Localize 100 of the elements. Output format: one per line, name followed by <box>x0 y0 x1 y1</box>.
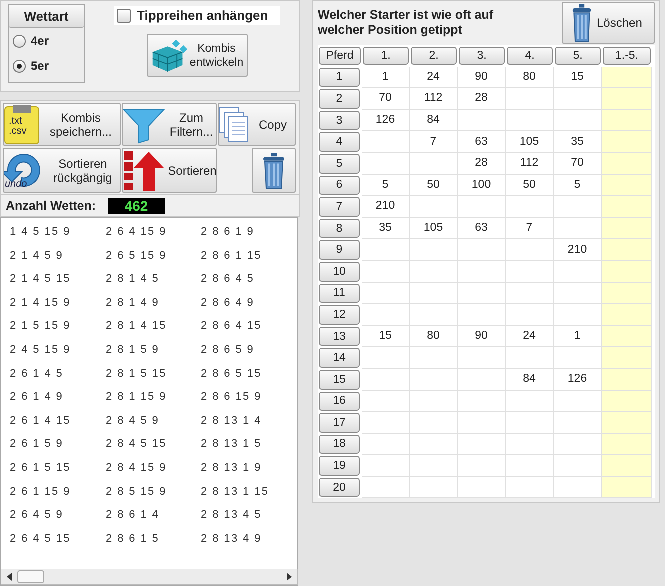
sort-button[interactable]: Sortieren <box>122 148 217 193</box>
table-cell: 80 <box>410 326 458 348</box>
empty-cell <box>362 455 410 477</box>
empty-cell <box>362 304 410 326</box>
table-cell: 80 <box>506 66 554 88</box>
combination-entry: 2 8 6 1 4 <box>106 509 161 524</box>
empty-cell <box>362 152 410 175</box>
develop-button[interactable]: Kombis entwickeln <box>146 34 248 77</box>
copy-button[interactable]: Copy <box>218 103 296 146</box>
table-cell: 100 <box>458 174 506 196</box>
column-header[interactable]: 1. <box>363 47 409 65</box>
combination-entry: 2 8 6 4 15 <box>201 320 263 334</box>
radio-button[interactable] <box>13 34 26 48</box>
total-cell <box>602 368 652 390</box>
table-cell: 126 <box>362 110 410 132</box>
horse-number-button[interactable]: 14 <box>319 348 360 368</box>
total-cell <box>602 476 652 498</box>
total-cell <box>602 282 652 304</box>
empty-cell <box>458 455 506 477</box>
empty-cell <box>362 347 410 369</box>
combination-entry: 2 8 13 4 9 <box>201 532 263 547</box>
horse-number-button[interactable]: 13 <box>319 326 360 346</box>
horse-number-button[interactable]: 4 <box>319 132 360 152</box>
horse-number-button[interactable]: 18 <box>319 434 360 454</box>
empty-cell <box>410 434 458 456</box>
horse-number-button[interactable]: 2 <box>319 89 360 109</box>
column-header[interactable]: 3. <box>459 47 505 65</box>
column-header[interactable]: 4. <box>507 47 553 65</box>
save-button[interactable]: .txt .csv Kombis speichern... <box>3 103 121 146</box>
horse-number-button[interactable]: 9 <box>319 240 360 260</box>
horse-number-button[interactable]: 1 <box>319 68 360 88</box>
count-display: 462 <box>108 198 166 214</box>
total-cell <box>602 412 652 434</box>
combination-entry: 2 8 1 5 9 <box>106 344 161 358</box>
total-cell <box>602 304 652 326</box>
delete-button[interactable] <box>252 148 296 193</box>
table-cell: 84 <box>410 110 458 132</box>
filter-button[interactable]: Zum Filtern... <box>122 103 217 146</box>
radio-label: 5er <box>31 59 50 73</box>
column-header[interactable]: 5. <box>555 47 601 65</box>
horse-number-button[interactable]: 5 <box>319 154 360 174</box>
combination-entry: 2 4 5 15 9 <box>10 344 72 358</box>
table-cell: 24 <box>506 326 554 348</box>
horse-number-button[interactable]: 19 <box>319 456 360 476</box>
horse-number-button[interactable]: 12 <box>319 305 360 325</box>
horse-number-button[interactable]: 16 <box>319 392 360 412</box>
combination-entry: 2 8 6 15 9 <box>201 391 263 406</box>
empty-cell <box>458 412 506 434</box>
table-cell: 28 <box>458 152 506 175</box>
combination-entry: 2 8 13 1 15 <box>201 486 270 500</box>
horse-number-button[interactable]: 10 <box>319 262 360 282</box>
horse-number-button[interactable]: 7 <box>319 197 360 217</box>
empty-cell <box>506 304 554 326</box>
empty-cell <box>410 390 458 412</box>
horse-number-button[interactable]: 15 <box>319 370 360 390</box>
combination-entry: 2 8 13 4 5 <box>201 509 263 524</box>
total-cell <box>602 174 652 196</box>
table-cell: 90 <box>458 326 506 348</box>
table-cell: 1 <box>362 66 410 88</box>
empty-cell <box>362 476 410 498</box>
empty-cell <box>410 368 458 390</box>
checkbox-label: Tippreihen anhängen <box>137 8 268 23</box>
combination-entry: 1 4 5 15 9 <box>10 226 72 240</box>
table-cell: 105 <box>506 131 554 153</box>
table-cell: 7 <box>410 131 458 153</box>
empty-cell <box>362 260 410 283</box>
combination-entry: 2 6 5 15 9 <box>106 250 168 264</box>
table-cell: 112 <box>410 88 458 110</box>
empty-cell <box>458 260 506 283</box>
combination-entry: 2 8 1 4 15 <box>106 320 168 334</box>
total-cell <box>602 260 652 283</box>
clear-button[interactable]: Löschen <box>562 2 655 44</box>
scrollbar[interactable] <box>1 569 298 585</box>
combination-entry: 2 8 4 5 15 <box>106 438 168 452</box>
empty-cell <box>362 434 410 456</box>
checkbox[interactable] <box>117 8 131 22</box>
empty-cell <box>362 131 410 153</box>
radio-button[interactable] <box>13 60 26 72</box>
empty-cell <box>362 239 410 261</box>
column-header[interactable]: 1.-5. <box>603 47 651 65</box>
empty-cell <box>410 347 458 369</box>
column-header[interactable]: 2. <box>411 47 457 65</box>
table-cell: 84 <box>506 368 554 390</box>
horse-number-button[interactable]: 17 <box>319 413 360 433</box>
empty-cell <box>458 196 506 218</box>
horse-number-button[interactable]: 20 <box>319 478 360 498</box>
combination-entry: 2 8 6 1 5 <box>106 532 161 547</box>
column-header[interactable]: Pferd <box>319 47 361 65</box>
panel-title: Welcher Starter ist wie oft auf welcher Position getippt <box>318 8 495 38</box>
horse-number-button[interactable]: 3 <box>319 110 360 130</box>
horse-number-button[interactable]: 8 <box>319 218 360 238</box>
combination-entry: 2 8 1 4 5 <box>106 273 161 288</box>
table-cell: 28 <box>458 88 506 110</box>
combination-entry: 2 8 4 5 9 <box>106 414 161 429</box>
combination-entry: 2 1 4 5 15 <box>10 273 72 288</box>
horse-number-button[interactable]: 11 <box>319 284 360 304</box>
horse-number-button[interactable]: 6 <box>319 176 360 196</box>
combination-entry: 2 6 4 5 15 <box>10 532 72 547</box>
combination-entry: 2 6 1 5 15 <box>10 462 72 476</box>
empty-cell <box>410 304 458 326</box>
